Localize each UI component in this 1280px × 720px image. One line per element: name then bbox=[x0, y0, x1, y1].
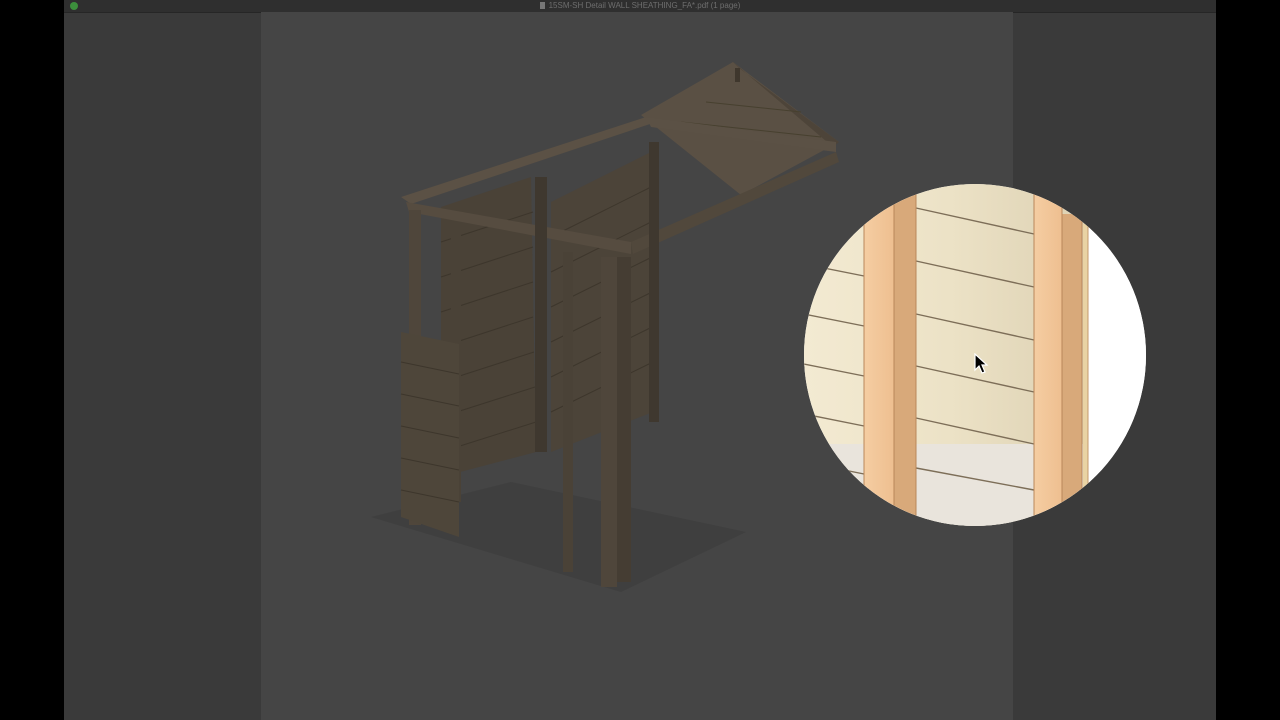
front-wall-panel bbox=[401, 332, 459, 537]
corner-stud bbox=[601, 257, 617, 587]
document-icon bbox=[539, 2, 545, 9]
pdf-viewer-window: 15SM-SH Detail WALL SHEATHING_FA*.pdf (1… bbox=[64, 0, 1216, 720]
window-title: 15SM-SH Detail WALL SHEATHING_FA*.pdf (1… bbox=[64, 0, 1216, 12]
stud bbox=[535, 177, 547, 452]
wall-stud-edge bbox=[1062, 214, 1082, 526]
window-title-text: 15SM-SH Detail WALL SHEATHING_FA*.pdf (1… bbox=[548, 1, 741, 10]
stud bbox=[563, 252, 573, 572]
pdf-page bbox=[261, 12, 1146, 720]
wall-stud bbox=[864, 184, 894, 526]
wall-stud-edge bbox=[894, 194, 916, 526]
wall-stud bbox=[1034, 184, 1062, 526]
arrow-cursor-icon bbox=[974, 353, 989, 374]
